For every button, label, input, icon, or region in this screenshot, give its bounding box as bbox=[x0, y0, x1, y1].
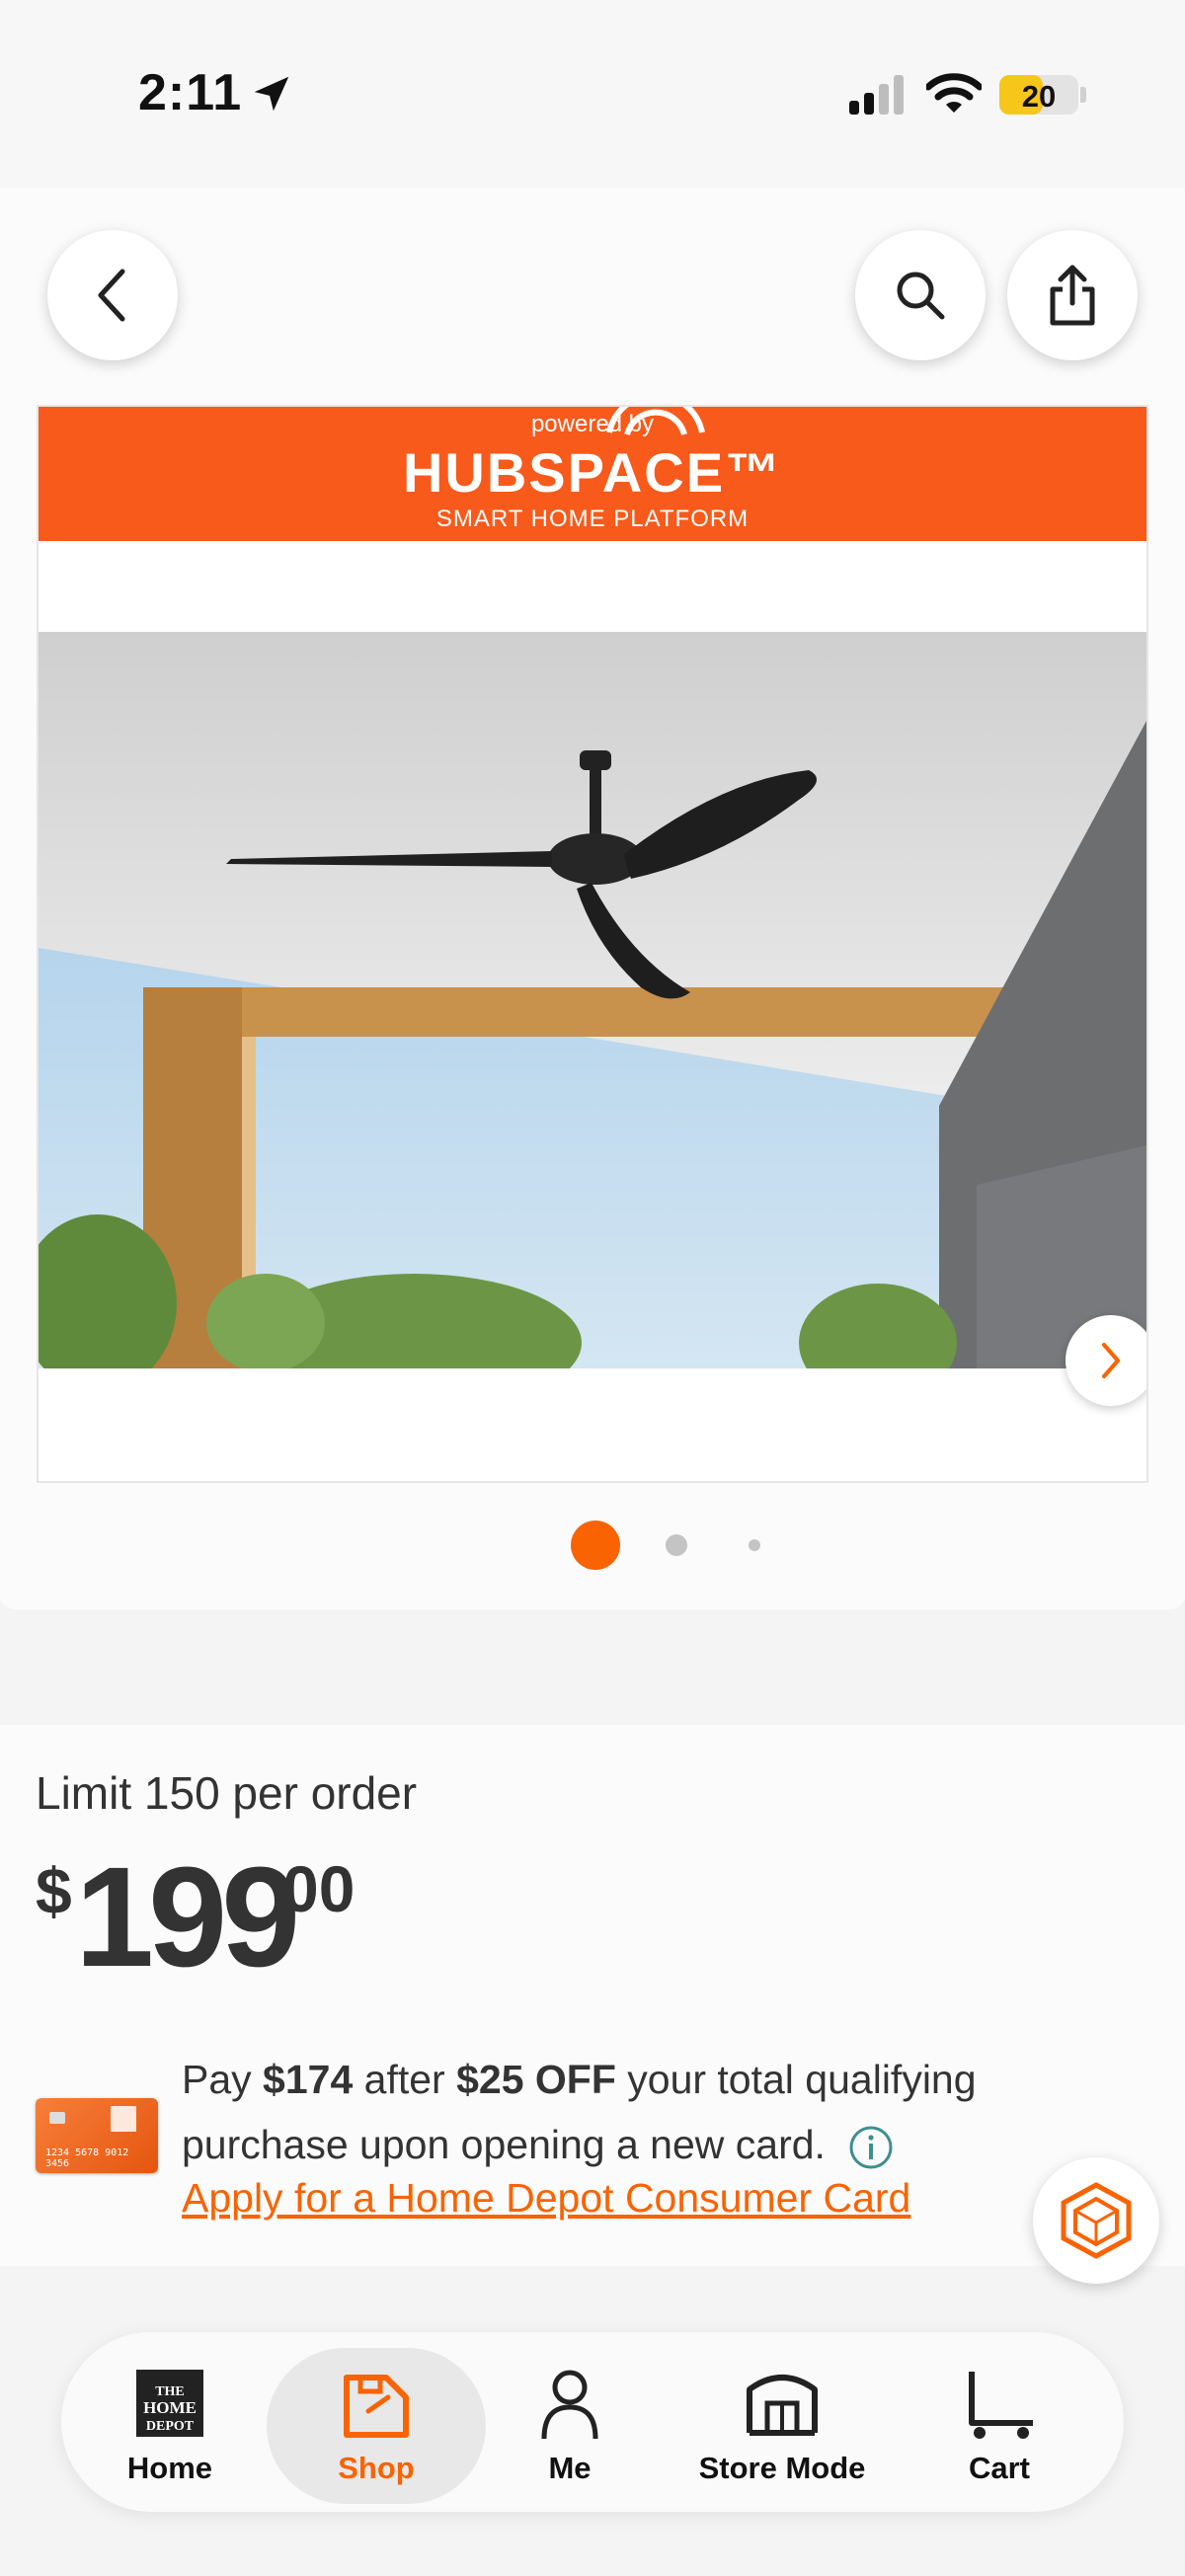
credit-card-icon: 1234 5678 9012 3456 bbox=[36, 2098, 158, 2173]
info-icon[interactable] bbox=[848, 2125, 894, 2170]
cart-icon bbox=[969, 2372, 1033, 2439]
share-icon bbox=[1050, 265, 1095, 326]
shop-bag-icon bbox=[344, 2375, 409, 2438]
battery-percent: 20 bbox=[1021, 79, 1057, 114]
offer-discount: $25 OFF bbox=[456, 2057, 616, 2102]
tab-label: Home bbox=[126, 2451, 213, 2485]
offer-pre: Pay bbox=[182, 2057, 264, 2102]
next-image-button[interactable] bbox=[1066, 1315, 1146, 1406]
chevron-right-icon bbox=[1102, 1343, 1120, 1378]
tab-label: Cart bbox=[968, 2451, 1030, 2485]
carousel-dot[interactable] bbox=[666, 1534, 687, 1556]
battery-indicator: 20 bbox=[999, 75, 1078, 115]
tab-shop[interactable]: Shop bbox=[267, 2332, 486, 2512]
hubspace-banner: powered by HUBSPACE™ SMART HOME PLATFORM bbox=[39, 407, 1146, 541]
price-whole: 199 bbox=[75, 1837, 300, 1996]
card-chip bbox=[49, 2112, 65, 2124]
apply-card-link[interactable]: Apply for a Home Depot Consumer Card bbox=[182, 2175, 910, 2222]
carousel-dot[interactable] bbox=[749, 1539, 760, 1551]
carousel-dots bbox=[0, 1521, 1185, 1570]
banner-powered-text: powered by bbox=[530, 411, 655, 437]
home-depot-logo-icon: THE HOME DEPOT bbox=[136, 2370, 203, 2437]
search-button[interactable] bbox=[855, 230, 986, 360]
svg-text:THE: THE bbox=[155, 2384, 185, 2399]
banner-subtitle: SMART HOME PLATFORM bbox=[435, 506, 750, 532]
tab-home[interactable]: THE HOME DEPOT Home bbox=[81, 2332, 259, 2512]
wifi-icon bbox=[926, 73, 982, 113]
card-offer-text: Pay $174 after $25 OFF your total qualif… bbox=[182, 2047, 1070, 2177]
battery-nub bbox=[1080, 87, 1086, 103]
ceiling-fan-photo bbox=[39, 632, 1146, 1368]
svg-text:DEPOT: DEPOT bbox=[146, 2419, 195, 2434]
hexagon-assistant-icon bbox=[1061, 2182, 1132, 2259]
hubspace-logo: HUBSPACE™ bbox=[402, 441, 783, 504]
location-arrow-icon bbox=[254, 76, 289, 112]
store-icon bbox=[747, 2375, 818, 2436]
card-logo bbox=[111, 2106, 136, 2132]
tab-label: Store Mode bbox=[698, 2451, 866, 2485]
status-time: 2:11 bbox=[138, 64, 243, 121]
tab-store-mode[interactable]: Store Mode bbox=[664, 2332, 901, 2512]
tab-bar: THE HOME DEPOT Home Shop Me Store Mode C… bbox=[61, 2332, 1124, 2512]
assistant-button[interactable] bbox=[1033, 2157, 1159, 2284]
offer-mid: after bbox=[353, 2057, 457, 2102]
share-button[interactable] bbox=[1007, 230, 1138, 360]
tab-label: Shop bbox=[338, 2451, 415, 2485]
product-image-frame[interactable]: powered by HUBSPACE™ SMART HOME PLATFORM bbox=[37, 405, 1148, 1483]
tab-cart[interactable]: Cart bbox=[920, 2332, 1078, 2512]
chevron-left-icon bbox=[98, 269, 125, 322]
price-panel: Limit 150 per order $ 199 00 1234 5678 9… bbox=[0, 1725, 1185, 2266]
svg-text:HOME: HOME bbox=[143, 2398, 197, 2417]
offer-amount: $174 bbox=[263, 2057, 354, 2102]
cellular-signal-icon bbox=[849, 75, 904, 115]
carousel-dot[interactable] bbox=[571, 1521, 620, 1570]
hubspace-signal-icon bbox=[606, 407, 705, 435]
price-cents: 00 bbox=[282, 1852, 356, 1925]
price-currency: $ bbox=[36, 1854, 72, 1927]
status-bar: 2:11 20 bbox=[0, 0, 1185, 188]
tab-me[interactable]: Me bbox=[496, 2332, 644, 2512]
person-icon bbox=[541, 2370, 598, 2440]
card-number: 1234 5678 9012 3456 bbox=[45, 2147, 129, 2169]
tab-label: Me bbox=[548, 2451, 592, 2485]
search-icon bbox=[897, 272, 945, 320]
back-button[interactable] bbox=[47, 230, 178, 360]
order-limit-text: Limit 150 per order bbox=[36, 1767, 418, 1819]
